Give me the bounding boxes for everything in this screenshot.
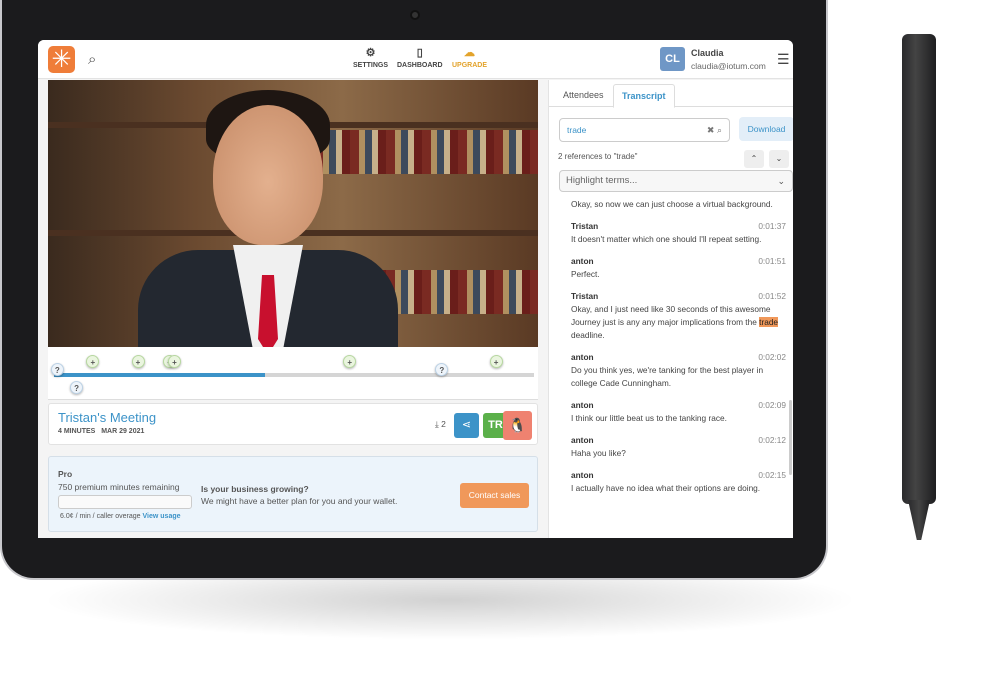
speaker-name: Tristan (571, 291, 599, 301)
minutes-remaining: 750 premium minutes remaining (58, 482, 180, 492)
tab-attendees[interactable]: Attendees (555, 84, 612, 108)
reference-count: 2 references to "trade" (558, 152, 638, 161)
timestamp[interactable]: 0:01:51 (758, 255, 786, 268)
cloud-upload-icon: ☁ (464, 47, 475, 59)
timestamp[interactable]: 0:02:15 (758, 469, 786, 482)
usage-bar (58, 495, 192, 509)
download-icon: ⤓ (435, 419, 439, 429)
timeline-bar[interactable] (54, 373, 534, 377)
timeline[interactable]: ??+++++?+ (48, 347, 538, 400)
timestamp[interactable]: 0:02:09 (758, 399, 786, 412)
user-name: Claudia (691, 48, 724, 58)
transcript-entry[interactable]: anton 0:01:51 Perfect. (571, 255, 786, 281)
sidebar-tabs: Attendees Transcript (549, 80, 793, 108)
hamburger-menu-icon[interactable]: ☰ (777, 51, 790, 68)
entry-text: Haha you like? (571, 448, 626, 458)
meeting-title: Tristan's Meeting (58, 410, 157, 425)
question-marker[interactable]: ? (70, 381, 84, 394)
chevron-up-icon: ⌃ (750, 154, 758, 163)
app-screen: ✳ ⌕ ⚙ SETTINGS ▯ DASHBOARD ☁ UPGRADE CL Cla… (38, 40, 793, 538)
top-bar: ✳ ⌕ ⚙ SETTINGS ▯ DASHBOARD ☁ UPGRADE CL Cla… (38, 40, 793, 79)
entry-text: I actually have no idea what their optio… (571, 483, 761, 493)
upsell-text: We might have a better plan for you and … (201, 496, 398, 506)
speaker-name: anton (571, 256, 594, 266)
previous-reference-button[interactable]: ⌃ (744, 150, 764, 168)
stylus-pen (902, 34, 936, 504)
transcript-entry[interactable]: anton 0:02:02 Do you think yes, we're tank… (571, 351, 786, 390)
plan-panel: Pro 750 premium minutes remaining 6.0¢ /… (48, 456, 538, 532)
person-face (213, 105, 323, 245)
avatar[interactable]: CL (660, 47, 685, 71)
entry-text: Do you think yes, we're tanking for the … (571, 365, 764, 388)
transcript-entry[interactable]: Okay, so now we can just choose a virtua… (571, 198, 786, 211)
view-usage-link[interactable]: View usage (143, 513, 181, 520)
scrollbar[interactable] (789, 400, 792, 475)
timestamp[interactable]: 0:02:02 (758, 351, 786, 364)
download-count[interactable]: ⤓ 2 (435, 419, 446, 430)
transcript-sidebar: Attendees Transcript trade ✖ ⌕ Download 2… (548, 80, 793, 538)
search-highlight: trade (759, 317, 779, 327)
question-marker[interactable]: ? (50, 363, 64, 376)
entry-text: Okay, so now we can just choose a virtua… (571, 199, 773, 209)
bookmark-marker[interactable]: + (343, 355, 357, 368)
search-icon[interactable]: ⌕ (717, 125, 722, 135)
transcript-search-input[interactable]: trade ✖ ⌕ (559, 118, 730, 142)
timestamp[interactable]: 0:01:52 (758, 290, 786, 303)
upsell-question: Is your business growing? (201, 484, 309, 494)
video-player[interactable] (48, 80, 538, 347)
speaker-name: Tristan (571, 221, 599, 231)
entry-text: I think our little beat us to the tankin… (571, 413, 727, 423)
overage-text: 6.0¢ / min / caller overage View usage (60, 513, 181, 520)
nav-upgrade[interactable]: ☁ UPGRADE (452, 47, 487, 69)
share-button[interactable]: ⋖ (454, 413, 479, 438)
plan-name: Pro (58, 469, 73, 479)
stylus-tip (908, 500, 930, 540)
timeline-progress (54, 373, 266, 377)
logo-icon[interactable]: ✳ (48, 46, 75, 73)
tab-transcript[interactable]: Transcript (613, 84, 675, 108)
entry-text: It doesn't matter which one should I'll … (571, 234, 762, 244)
next-reference-button[interactable]: ⌄ (769, 150, 789, 168)
camera (410, 10, 420, 20)
timestamp[interactable]: 0:01:37 (758, 220, 786, 233)
chevron-down-icon: ⌄ (777, 176, 785, 186)
bird-avatar-icon[interactable]: 🐧 (503, 411, 532, 440)
contact-sales-button[interactable]: Contact sales (460, 483, 529, 508)
chevron-down-icon: ⌄ (775, 154, 783, 163)
user-email: claudia@iotum.com (691, 61, 766, 71)
entry-text: Perfect. (571, 269, 600, 279)
timestamp[interactable]: 0:02:12 (758, 434, 786, 447)
meeting-meta: 4 MINUTES MAR 29 2021 (58, 428, 145, 435)
nav-settings[interactable]: ⚙ SETTINGS (353, 47, 388, 69)
nav-dashboard[interactable]: ▯ DASHBOARD (397, 47, 443, 69)
speaker-name: anton (571, 400, 594, 410)
share-icon: ⋖ (461, 419, 472, 431)
calendar-icon: ▯ (416, 47, 423, 59)
transcript-entry[interactable]: anton 0:02:15 I actually have no idea what… (571, 469, 786, 495)
transcript-entry[interactable]: anton 0:02:12 Haha you like? (571, 434, 786, 460)
clear-icon[interactable]: ✖ (707, 125, 715, 135)
speaker-name: anton (571, 435, 594, 445)
speaker-name: anton (571, 352, 594, 362)
bookmark-marker[interactable]: + (131, 355, 145, 368)
transcript-entry[interactable]: Tristan 0:01:37 It doesn't matter which on… (571, 220, 786, 246)
gear-icon: ⚙ (365, 47, 376, 59)
entry-text: Okay, and I just need like 30 seconds of… (571, 304, 779, 340)
speaker-name: anton (571, 470, 594, 480)
transcript-entry[interactable]: anton 0:02:09 I think our little beat us t… (571, 399, 786, 425)
bookmark-marker[interactable]: + (489, 355, 503, 368)
bookmark-marker[interactable]: + (168, 355, 181, 368)
meeting-card: Tristan's Meeting 4 MINUTES MAR 29 2021 … (48, 403, 538, 445)
transcript-list: Okay, so now we can just choose a virtua… (571, 198, 786, 538)
highlight-terms-select[interactable]: Highlight terms... ⌄ (559, 170, 793, 192)
bookmark-marker[interactable]: + (86, 355, 100, 368)
transcript-entry[interactable]: Tristan 0:01:52 Okay, and I just need like… (571, 290, 786, 342)
search-icon[interactable]: ⌕ (88, 51, 96, 68)
download-button[interactable]: Download (739, 117, 793, 141)
